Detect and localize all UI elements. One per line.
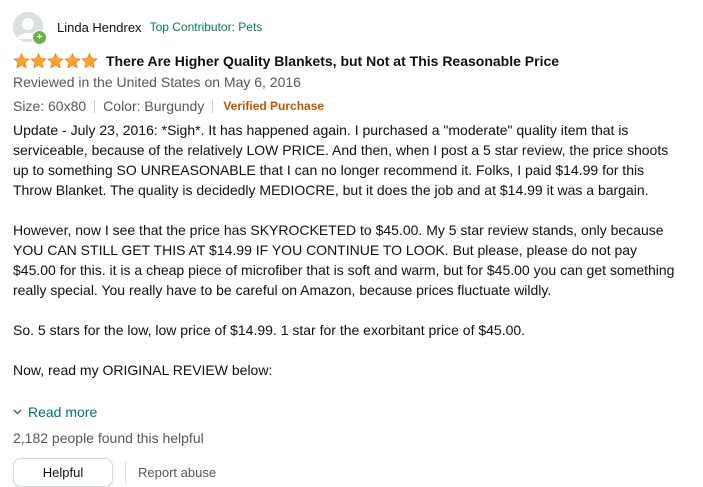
review-title-row: There Are Higher Quality Blankets, but N… <box>13 50 693 72</box>
review-paragraph: However, now I see that the price has SK… <box>13 222 675 298</box>
color-label[interactable]: Color: Burgundy <box>103 98 204 114</box>
star-icon <box>13 53 30 69</box>
product-format-strip: Size: 60x80 Color: Burgundy Verified Pur… <box>13 96 693 116</box>
review-paragraph: Update - July 23, 2016: *Sigh*. It has h… <box>13 122 669 198</box>
reviewer-profile[interactable]: + Linda Hendrex Top Contributor: Pets <box>13 10 693 45</box>
helpful-count: 2,182 people found this helpful <box>13 430 204 446</box>
read-more-link[interactable]: Read more <box>13 402 693 422</box>
helpful-button[interactable]: Helpful <box>13 458 113 487</box>
review-paragraph: Now, read my ORIGINAL REVIEW below: <box>13 362 273 378</box>
divider <box>94 99 96 113</box>
verified-purchase-badge[interactable]: Verified Purchase <box>223 99 324 113</box>
review-body: Update - July 23, 2016: *Sigh*. It has h… <box>13 120 681 380</box>
report-abuse-link[interactable]: Report abuse <box>138 465 216 480</box>
reviewer-name[interactable]: Linda Hendrex <box>57 20 142 35</box>
chevron-down-icon <box>13 409 22 415</box>
star-icon <box>81 53 98 69</box>
review-title[interactable]: There Are Higher Quality Blankets, but N… <box>106 53 559 69</box>
review-actions: Helpful Report abuse <box>13 458 693 487</box>
star-icon <box>64 53 81 69</box>
divider <box>212 99 214 113</box>
contributor-badge-icon: + <box>32 30 47 45</box>
star-icon <box>47 53 64 69</box>
read-more-label[interactable]: Read more <box>28 404 97 420</box>
review-date: Reviewed in the United States on May 6, … <box>13 74 301 90</box>
star-rating[interactable] <box>13 53 98 69</box>
review-paragraph: So. 5 stars for the low, low price of $1… <box>13 322 526 338</box>
customer-review: + Linda Hendrex Top Contributor: Pets Th… <box>13 10 693 487</box>
size-label[interactable]: Size: 60x80 <box>13 98 86 114</box>
contributor-badge[interactable]: Top Contributor: Pets <box>150 20 263 34</box>
avatar[interactable]: + <box>13 12 47 45</box>
star-icon <box>30 53 47 69</box>
divider <box>125 461 126 484</box>
